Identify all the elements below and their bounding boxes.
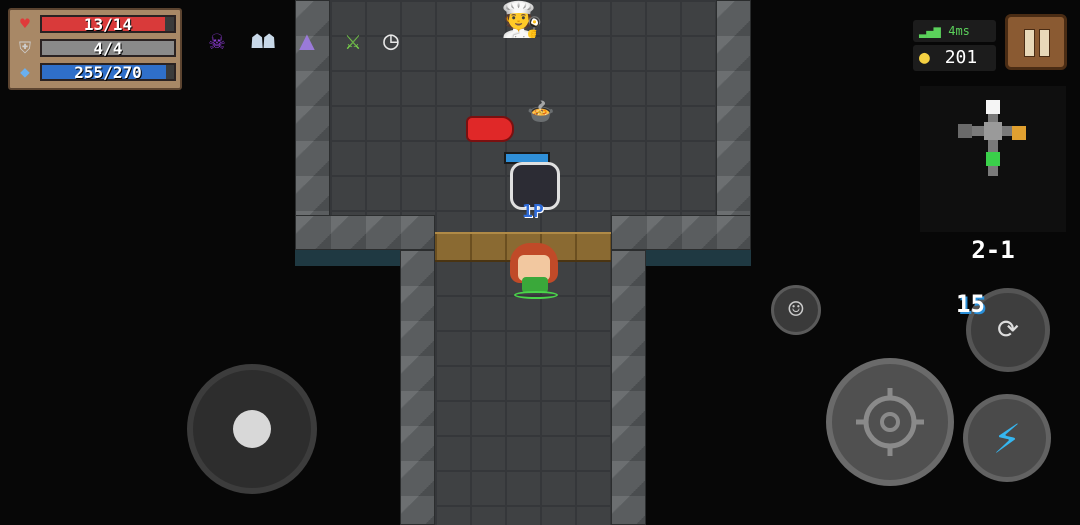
coin-count: 201 [944,47,978,68]
room-wall-bottom-right [611,215,751,250]
corridor-wall-left [400,250,435,525]
network-status: ▂▄▆ 4ms [913,20,996,42]
crosshair-icon [856,388,924,456]
minimap-room [958,124,972,138]
wizard-hat-icon: ▲ [299,26,315,56]
minimap-room-exclamation [986,100,1000,114]
latency-value: 4ms [948,24,970,38]
health-bar: 13/14 [40,15,176,34]
energy-crystal-icon: ◆ [20,62,30,81]
hero-character-sprite [500,225,570,300]
attack-button[interactable] [826,358,954,486]
red-glove-item[interactable] [466,116,514,142]
minimap-player-marker [986,152,1000,166]
energy-bar: 255/270 [40,63,176,82]
room-wall-right [716,0,751,250]
energy-value: 255/270 [74,63,142,82]
corridor-wall-right [611,250,646,525]
shield-icon: ⛨ [18,38,31,57]
sword-icon: ⚔ [345,26,361,56]
player-status-panel: ♥ 13/14 ⛨ 4/4 ◆ 255/270 [8,8,182,90]
ammo-count: 15 [956,290,985,318]
armor-bar: 4/4 [40,39,176,58]
coin-counter: ● 201 [913,45,996,71]
signal-icon: ▂▄▆ [919,24,941,38]
coin-icon: ● [919,47,930,68]
clock-icon: ◷ [383,26,399,56]
npc-chef-sprite[interactable]: 🧑‍🍳 [498,0,546,48]
heart-icon: ♥ [20,14,30,33]
joystick-knob[interactable] [233,410,271,448]
armor-value: 4/4 [93,39,123,58]
lightning-icon: ⚡ [993,410,1021,464]
demon-mask-icon: ☠ [209,26,225,56]
gauntlet-icon: ⟳ [997,315,1019,345]
skill-button[interactable]: ⚡ [963,394,1051,482]
level-indicator: 2-1 [971,236,1015,264]
minimap-room-chest [1012,126,1026,140]
player-tag: 1P [522,201,544,222]
smiley-icon: ☺ [788,295,804,325]
skeleton-icon: ☗☗ [250,29,276,53]
food-plate-item[interactable]: 🍲 [525,100,557,130]
room-wall-bottom-left [295,215,435,250]
minimap-room-current [984,122,1002,140]
pause-button[interactable] [1005,14,1067,70]
emote-button[interactable]: ☺ [771,285,821,335]
health-value: 13/14 [83,15,133,34]
minimap[interactable] [920,86,1066,232]
